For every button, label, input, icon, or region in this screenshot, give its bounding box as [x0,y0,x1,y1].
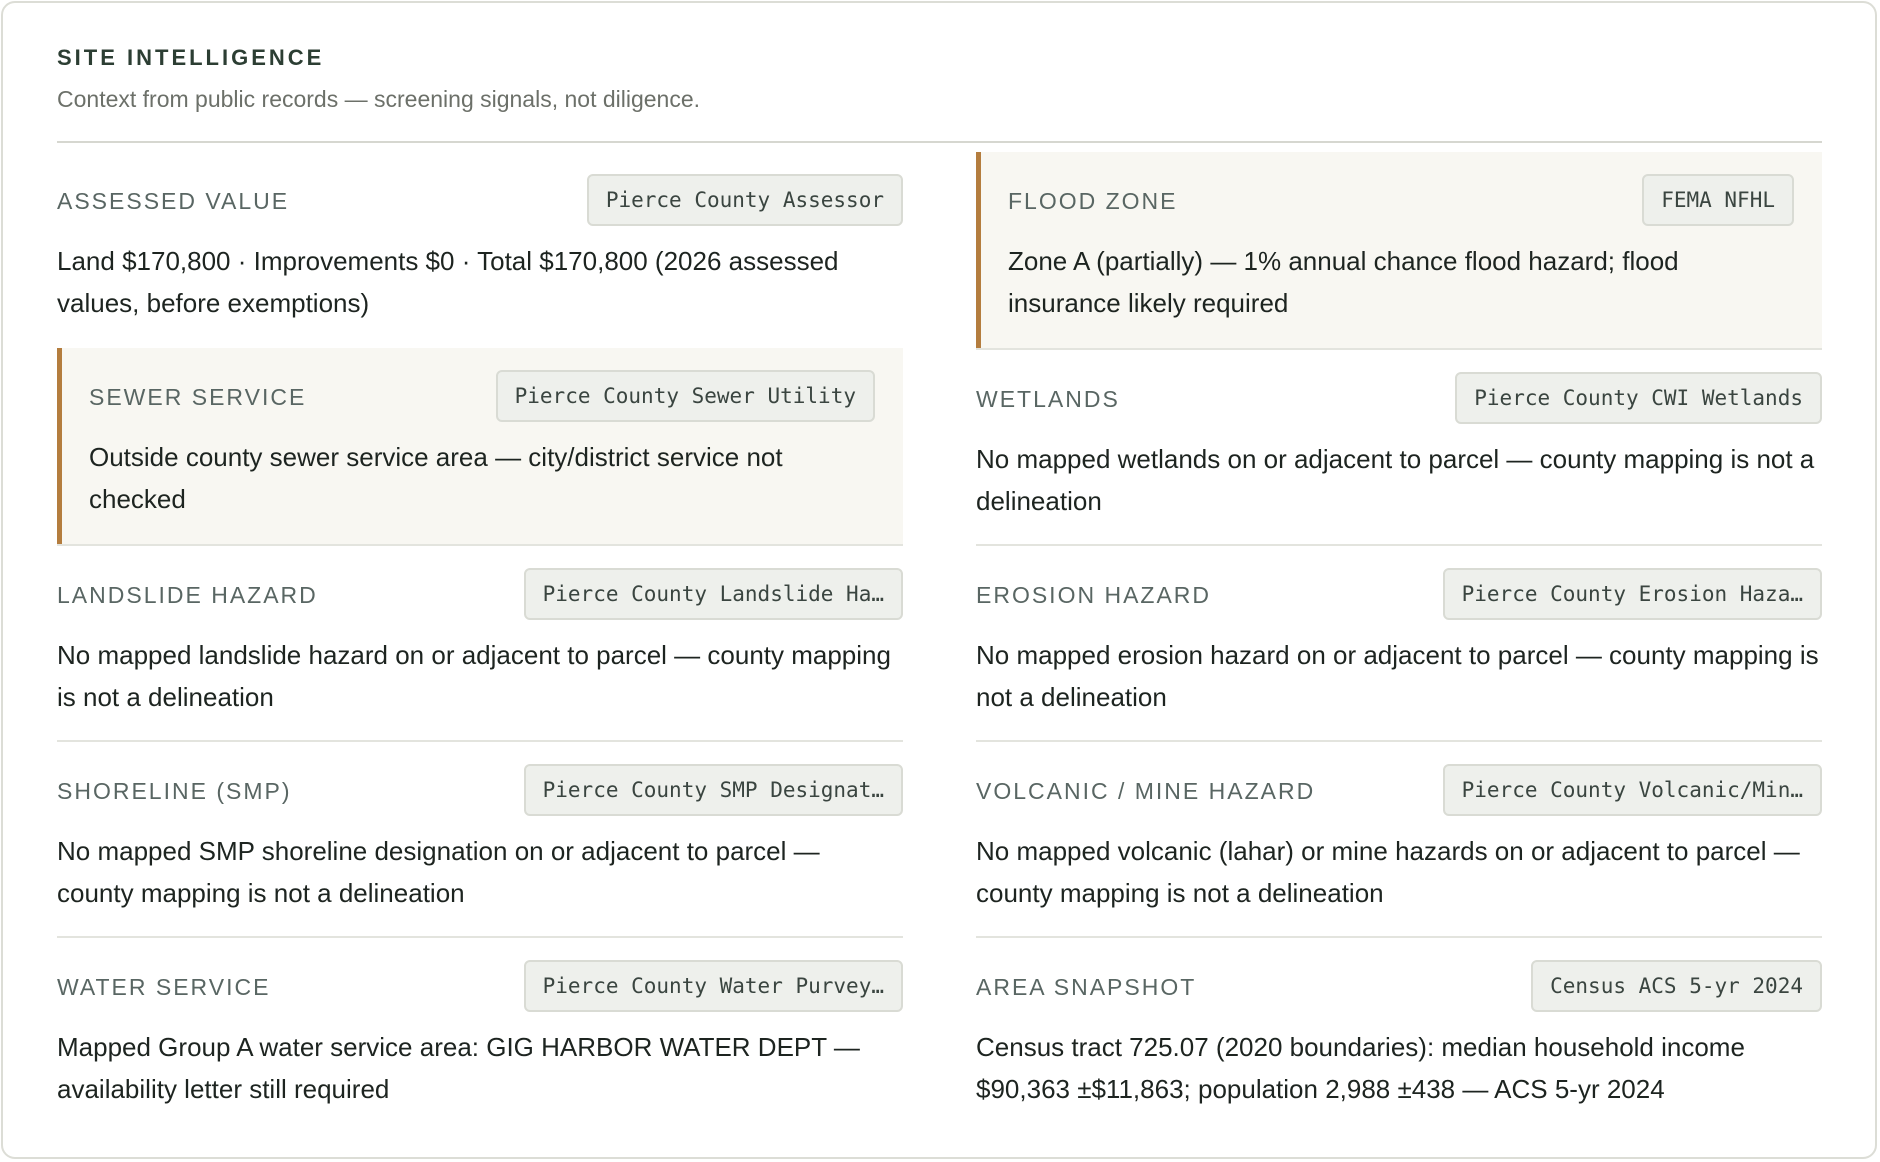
card-flood-zone: FLOOD ZONE FEMA NFHL Zone A (partially) … [976,152,1822,348]
card-value: Zone A (partially) — 1% annual chance fl… [1008,246,1679,318]
card-water-service: WATER SERVICE Pierce County Water Purvey… [57,936,903,1132]
card-area-snapshot: AREA SNAPSHOT Census ACS 5-yr 2024 Censu… [976,936,1822,1132]
source-badge: Pierce County SMP Designat… [523,764,903,816]
card-value: Census tract 725.07 (2020 boundaries): m… [976,1032,1745,1104]
source-badge: Pierce County Assessor [586,174,903,226]
card-value: No mapped wetlands on or adjacent to par… [976,444,1815,516]
card-value: No mapped erosion hazard on or adjacent … [976,640,1819,712]
card-label: ASSESSED VALUE [57,188,290,214]
panel-title: SITE INTELLIGENCE [57,45,325,70]
card-label: SHORELINE (SMP) [57,778,292,804]
source-badge: Pierce County Erosion Haza… [1442,568,1822,620]
card-label: WATER SERVICE [57,974,271,1000]
card-value: No mapped landslide hazard on or adjacen… [57,640,891,712]
source-badge: Pierce County Volcanic/Min… [1442,764,1822,816]
card-value: No mapped volcanic (lahar) or mine hazar… [976,836,1800,908]
card-volcanic-mine-hazard: VOLCANIC / MINE HAZARD Pierce County Vol… [976,740,1822,936]
card-value: Mapped Group A water service area: GIG H… [57,1032,860,1104]
card-erosion-hazard: EROSION HAZARD Pierce County Erosion Haz… [976,544,1822,740]
panel-header: SITE INTELLIGENCE Context from public re… [57,45,1822,113]
card-shoreline-smp: SHORELINE (SMP) Pierce County SMP Design… [57,740,903,936]
card-label: AREA SNAPSHOT [976,974,1197,1000]
card-label: WETLANDS [976,386,1120,412]
card-label: SEWER SERVICE [89,384,307,410]
card-landslide-hazard: LANDSLIDE HAZARD Pierce County Landslide… [57,544,903,740]
card-value: No mapped SMP shoreline designation on o… [57,836,820,908]
source-badge: Pierce County Sewer Utility [495,370,875,422]
source-badge: Census ACS 5-yr 2024 [1531,960,1822,1012]
card-sewer-service: SEWER SERVICE Pierce County Sewer Utilit… [57,348,903,544]
source-badge: Pierce County CWI Wetlands [1455,372,1822,424]
card-value: Outside county sewer service area — city… [89,442,783,514]
header-divider [57,141,1822,143]
card-label: VOLCANIC / MINE HAZARD [976,778,1316,804]
source-badge: Pierce County Landslide Ha… [523,568,903,620]
card-label: LANDSLIDE HAZARD [57,582,318,608]
source-badge: FEMA NFHL [1642,174,1794,226]
intelligence-grid: ASSESSED VALUE Pierce County Assessor La… [57,152,1822,1132]
card-label: EROSION HAZARD [976,582,1212,608]
source-badge: Pierce County Water Purvey… [523,960,903,1012]
card-value: Land $170,800 · Improvements $0 · Total … [57,246,839,318]
panel-subtitle: Context from public records — screening … [57,86,701,112]
card-label: FLOOD ZONE [1008,188,1178,214]
card-assessed-value: ASSESSED VALUE Pierce County Assessor La… [57,152,903,348]
card-wetlands: WETLANDS Pierce County CWI Wetlands No m… [976,348,1822,544]
